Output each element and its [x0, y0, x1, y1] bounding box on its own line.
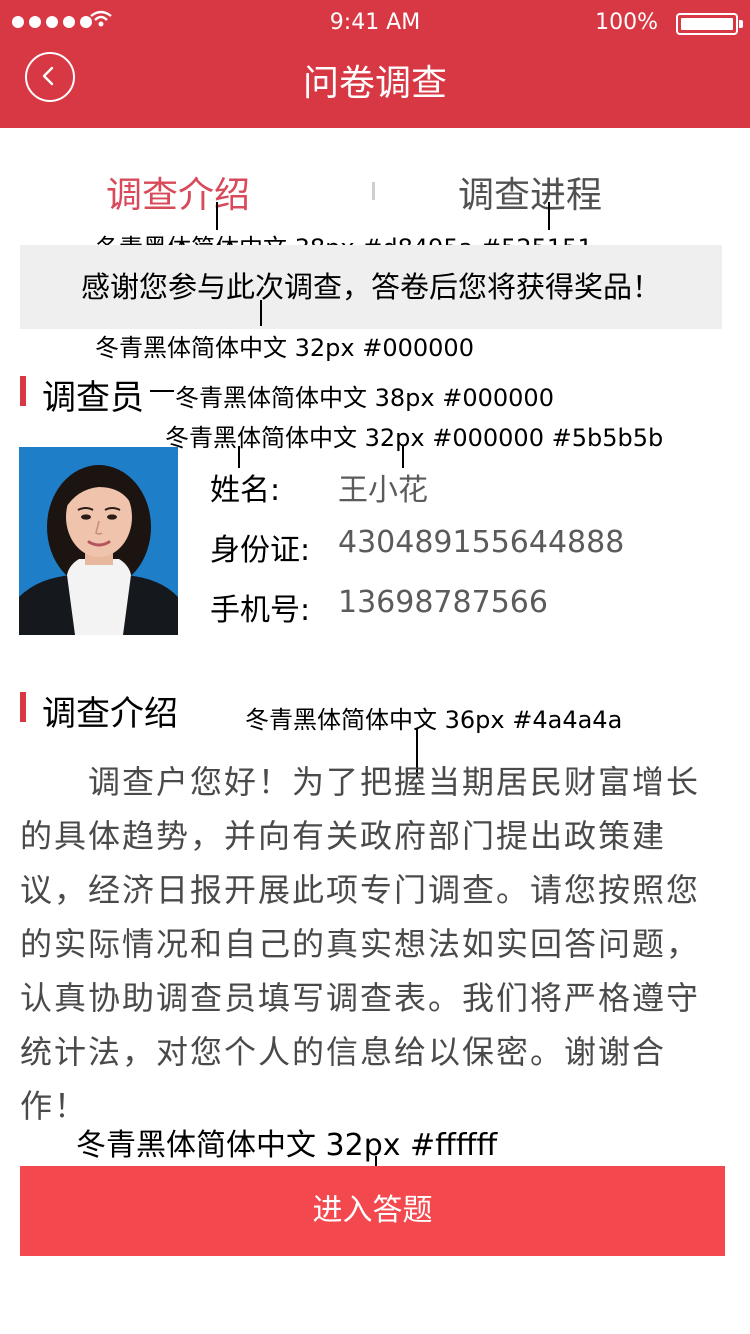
annotation-leader [548, 202, 550, 230]
annotation-leader [260, 300, 262, 326]
app-header: 9:41 AM 100% 问卷调查 [0, 0, 750, 128]
page-title: 问卷调查 [302, 63, 447, 104]
annotation-leader [216, 202, 218, 230]
id-card-value: 430489155644888 [338, 525, 625, 560]
id-card-label: 身份证: [210, 533, 311, 568]
battery-percent: 100% [595, 10, 658, 35]
tab-progress[interactable]: 调查进程 [458, 166, 602, 218]
section-title-intro: 调查介绍 [42, 694, 178, 734]
tab-divider [372, 182, 375, 200]
intro-body-text: 调查户您好！为了把握当期居民财富增长的具体趋势，并向有关政府部门提出政策建议，经… [20, 763, 701, 1125]
phone-value: 13698787566 [338, 585, 548, 620]
section-marker [20, 692, 26, 722]
name-value: 王小花 [338, 473, 428, 508]
tab-intro[interactable]: 调查介绍 [106, 166, 250, 218]
annotation-notice-spec: 冬青黑体简体中文 32px #000000 [95, 334, 474, 362]
investigator-photo [19, 447, 178, 635]
phone-label: 手机号: [210, 593, 311, 628]
notice-banner: 感谢您参与此次调查，答卷后您将获得奖品！ [20, 245, 722, 329]
name-label: 姓名: [210, 473, 281, 508]
annotation-button-spec: 冬青黑体简体中文 32px #ffffff [76, 1128, 498, 1163]
annotation-body-spec: 冬青黑体简体中文 36px #4a4a4a [245, 706, 623, 734]
annotation-leader [150, 390, 174, 392]
status-bar: 9:41 AM 100% [0, 0, 750, 48]
start-survey-button[interactable]: 进入答题 [20, 1166, 725, 1256]
section-title-investigator: 调查员 [42, 378, 144, 418]
annotation-section-spec: 冬青黑体简体中文 38px #000000 [175, 384, 554, 412]
battery-icon [676, 13, 743, 35]
section-marker [20, 376, 26, 406]
